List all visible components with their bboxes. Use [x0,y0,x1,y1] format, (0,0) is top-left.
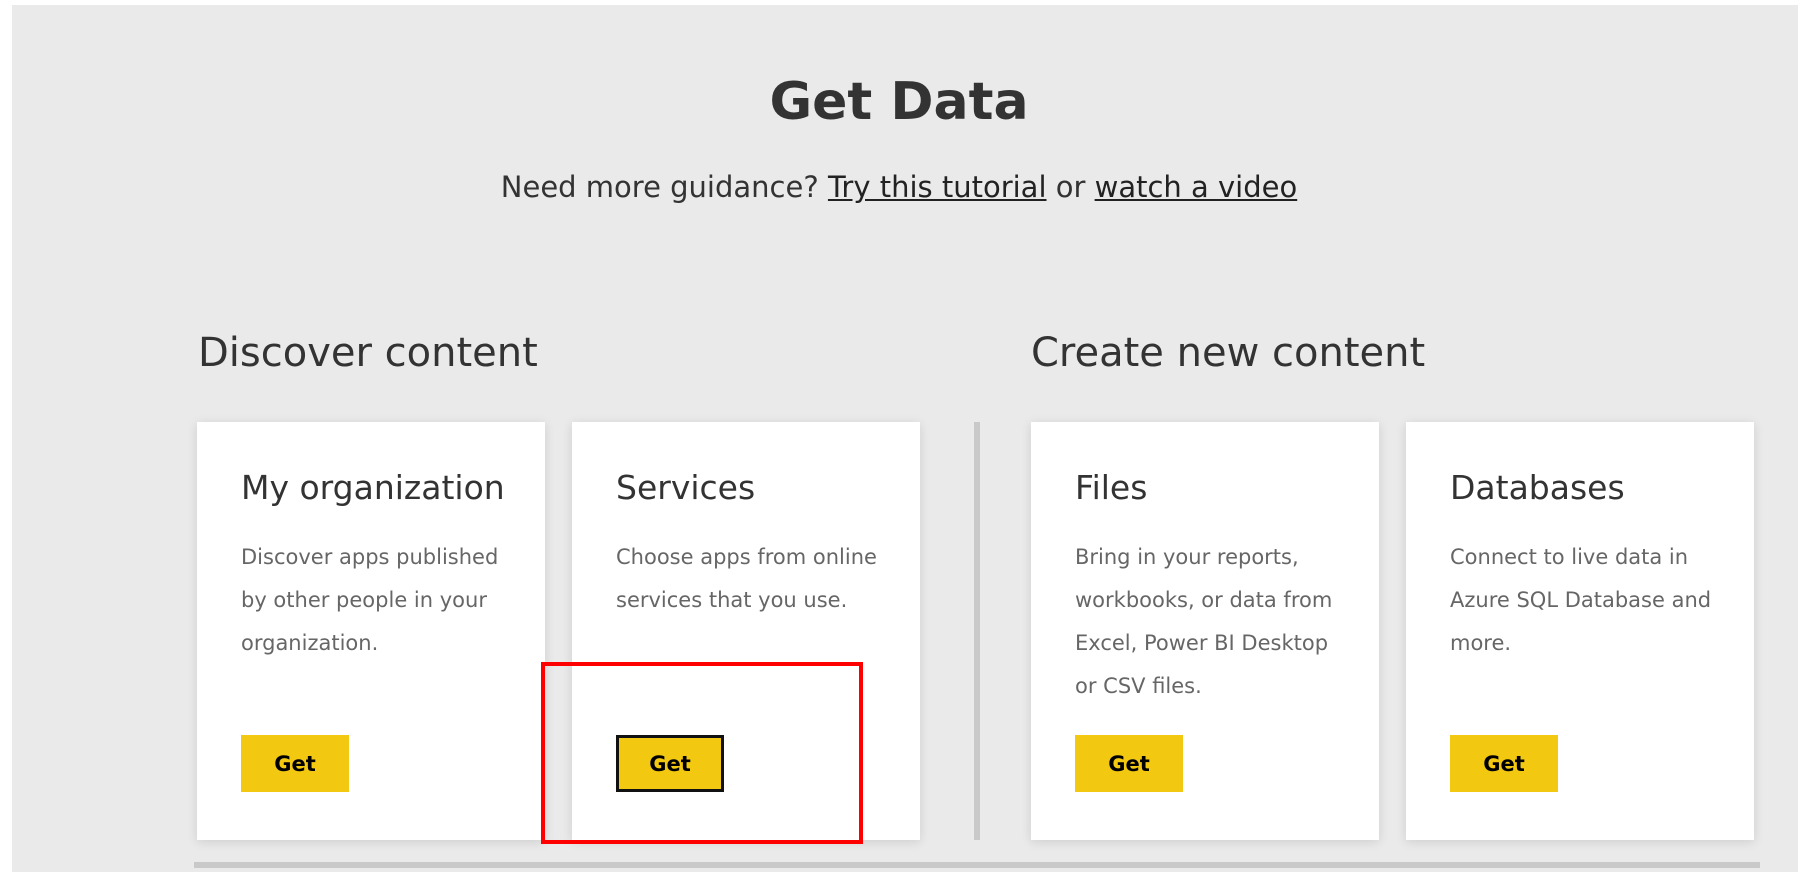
databases-get-button[interactable]: Get [1450,735,1558,792]
guidance-line: Need more guidance? Try this tutorial or… [0,170,1798,204]
card-description: Choose apps from online services that yo… [616,545,877,612]
card-services: Services Choose apps from online service… [572,422,920,840]
services-get-button[interactable]: Get [616,735,724,792]
card-description: Connect to live data in Azure SQL Databa… [1450,545,1712,655]
card-title: Services [616,468,756,507]
card-description: Discover apps published by other people … [241,545,499,655]
guidance-prefix: Need more guidance? [500,170,819,204]
card-description: Bring in your reports, workbooks, or dat… [1075,545,1333,698]
bottom-divider [194,862,1760,868]
card-title: My organization [241,468,505,507]
card-title: Files [1075,468,1148,507]
files-get-button[interactable]: Get [1075,735,1183,792]
card-title: Databases [1450,468,1625,507]
section-divider [974,422,980,840]
card-my-organization: My organization Discover apps published … [197,422,545,840]
guidance-or: or [1055,170,1086,204]
card-databases: Databases Connect to live data in Azure … [1406,422,1754,840]
discover-content-heading: Discover content [198,330,538,376]
card-files: Files Bring in your reports, workbooks, … [1031,422,1379,840]
my-organization-get-button[interactable]: Get [241,735,349,792]
video-link[interactable]: watch a video [1095,170,1298,204]
tutorial-link[interactable]: Try this tutorial [828,170,1047,204]
create-new-content-heading: Create new content [1031,330,1426,376]
page-title: Get Data [769,72,1029,132]
